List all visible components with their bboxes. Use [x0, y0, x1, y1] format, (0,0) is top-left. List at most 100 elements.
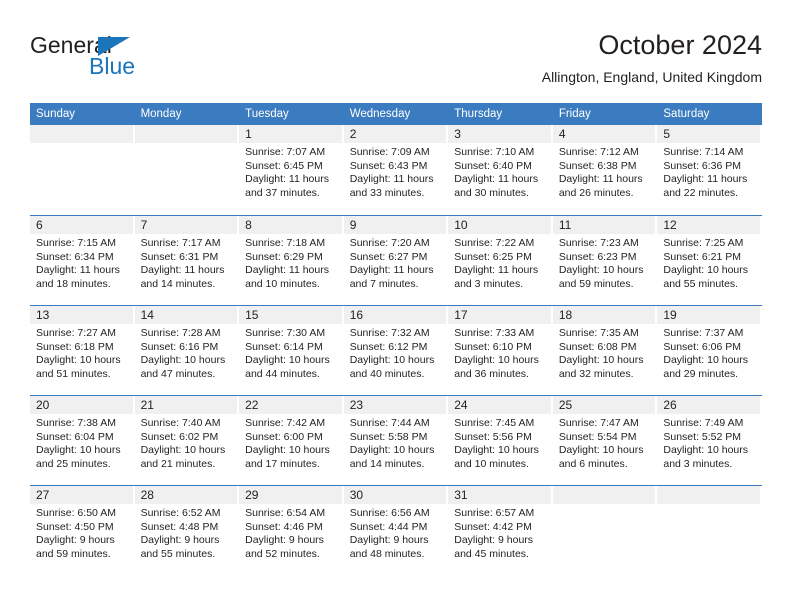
day-details: Sunrise: 7:09 AM Sunset: 6:43 PM Dayligh…	[344, 143, 447, 200]
day-cell[interactable]: 19 Sunrise: 7:37 AM Sunset: 6:06 PM Dayl…	[657, 306, 762, 395]
sunset-text: Sunset: 6:31 PM	[140, 250, 219, 263]
sunrise-text: Sunrise: 6:52 AM	[140, 507, 221, 519]
day-cell[interactable]: 28 Sunrise: 6:52 AM Sunset: 4:48 PM Dayl…	[134, 486, 240, 575]
sunset-text: Sunset: 4:42 PM	[454, 520, 532, 533]
day-cell[interactable]: 20 Sunrise: 7:38 AM Sunset: 6:04 PM Dayl…	[30, 396, 135, 485]
day-cell[interactable]: 30 Sunrise: 6:56 AM Sunset: 4:44 PM Dayl…	[343, 486, 449, 575]
day-number: 30	[349, 488, 364, 502]
day-number-strip: 14	[134, 306, 238, 324]
calendar-week-row: 20 Sunrise: 7:38 AM Sunset: 6:04 PM Dayl…	[30, 395, 762, 485]
day-cell[interactable]: 17 Sunrise: 7:33 AM Sunset: 6:10 PM Dayl…	[448, 306, 553, 395]
day-cell[interactable]: 31 Sunrise: 6:57 AM Sunset: 4:42 PM Dayl…	[448, 486, 553, 575]
daylight-text-line2: and 59 minutes.	[558, 277, 634, 290]
title-block: October 2024 Allington, England, United …	[542, 28, 762, 87]
day-cell[interactable]: 12 Sunrise: 7:25 AM Sunset: 6:21 PM Dayl…	[657, 216, 762, 305]
sunrise-text: Sunrise: 7:42 AM	[245, 417, 326, 429]
daylight-text-line2: and 29 minutes.	[663, 367, 739, 380]
day-details: Sunrise: 7:28 AM Sunset: 6:16 PM Dayligh…	[135, 324, 238, 381]
sunset-text: Sunset: 6:18 PM	[36, 340, 114, 353]
calendar-grid: Sunday Monday Tuesday Wednesday Thursday…	[30, 103, 762, 575]
day-number: 26	[663, 398, 677, 412]
sunrise-text: Sunrise: 7:14 AM	[663, 146, 744, 158]
daylight-text-line1: Daylight: 9 hours	[140, 534, 220, 547]
day-cell[interactable]: 8 Sunrise: 7:18 AM Sunset: 6:29 PM Dayli…	[239, 216, 344, 305]
day-cell[interactable]: 9 Sunrise: 7:20 AM Sunset: 6:27 PM Dayli…	[343, 216, 449, 305]
daylight-text-line2: and 47 minutes.	[140, 367, 216, 380]
daylight-text-line1: Daylight: 11 hours	[349, 264, 434, 277]
day-number: 1	[245, 127, 252, 141]
day-cell[interactable]: 4 Sunrise: 7:12 AM Sunset: 6:38 PM Dayli…	[552, 125, 658, 215]
day-cell[interactable]: 14 Sunrise: 7:28 AM Sunset: 6:16 PM Dayl…	[134, 306, 240, 395]
daylight-text-line1: Daylight: 11 hours	[140, 264, 225, 277]
daylight-text-line2: and 7 minutes.	[349, 277, 419, 290]
daylight-text-line1: Daylight: 11 hours	[558, 173, 643, 186]
day-cell[interactable]: 16 Sunrise: 7:32 AM Sunset: 6:12 PM Dayl…	[343, 306, 449, 395]
day-cell[interactable]: 29 Sunrise: 6:54 AM Sunset: 4:46 PM Dayl…	[239, 486, 344, 575]
sunrise-text: Sunrise: 7:32 AM	[349, 327, 430, 339]
day-number-strip: 20	[30, 396, 133, 414]
day-cell[interactable]: 11 Sunrise: 7:23 AM Sunset: 6:23 PM Dayl…	[552, 216, 658, 305]
daylight-text-line1: Daylight: 9 hours	[245, 534, 324, 547]
weekday-header-sunday: Sunday	[36, 108, 76, 120]
day-number: 13	[36, 308, 50, 322]
day-cell[interactable]: 2 Sunrise: 7:09 AM Sunset: 6:43 PM Dayli…	[343, 125, 449, 215]
day-cell[interactable]: 22 Sunrise: 7:42 AM Sunset: 6:00 PM Dayl…	[239, 396, 344, 485]
sunset-text: Sunset: 6:00 PM	[245, 430, 323, 443]
daylight-text-line1: Daylight: 10 hours	[558, 444, 644, 457]
day-cell[interactable]: 23 Sunrise: 7:44 AM Sunset: 5:58 PM Dayl…	[343, 396, 449, 485]
day-details: Sunrise: 7:23 AM Sunset: 6:23 PM Dayligh…	[553, 234, 656, 291]
day-cell[interactable]: 25 Sunrise: 7:47 AM Sunset: 5:54 PM Dayl…	[552, 396, 658, 485]
day-number-strip	[134, 125, 238, 143]
day-cell[interactable]: 21 Sunrise: 7:40 AM Sunset: 6:02 PM Dayl…	[134, 396, 240, 485]
day-details: Sunrise: 7:10 AM Sunset: 6:40 PM Dayligh…	[448, 143, 551, 200]
day-cell[interactable]: 6 Sunrise: 7:15 AM Sunset: 6:34 PM Dayli…	[30, 216, 135, 305]
day-details: Sunrise: 7:35 AM Sunset: 6:08 PM Dayligh…	[553, 324, 656, 381]
day-cell[interactable]: 5 Sunrise: 7:14 AM Sunset: 6:36 PM Dayli…	[657, 125, 762, 215]
general-blue-logo[interactable]: General Blue	[30, 32, 250, 88]
day-cell[interactable]: 1 Sunrise: 7:07 AM Sunset: 6:45 PM Dayli…	[239, 125, 344, 215]
sunset-text: Sunset: 6:04 PM	[36, 430, 114, 443]
day-number: 15	[245, 308, 259, 322]
day-number-strip: 16	[343, 306, 447, 324]
day-cell[interactable]: 18 Sunrise: 7:35 AM Sunset: 6:08 PM Dayl…	[552, 306, 658, 395]
daylight-text-line1: Daylight: 11 hours	[36, 264, 120, 277]
daylight-text-line1: Daylight: 9 hours	[349, 534, 429, 547]
day-number-strip: 10	[448, 216, 551, 234]
daylight-text-line2: and 3 minutes.	[663, 457, 733, 470]
day-details: Sunrise: 7:47 AM Sunset: 5:54 PM Dayligh…	[553, 414, 656, 471]
day-cell[interactable]: 7 Sunrise: 7:17 AM Sunset: 6:31 PM Dayli…	[134, 216, 240, 305]
day-details: Sunrise: 7:33 AM Sunset: 6:10 PM Dayligh…	[448, 324, 551, 381]
day-cell[interactable]: 15 Sunrise: 7:30 AM Sunset: 6:14 PM Dayl…	[239, 306, 344, 395]
day-number: 28	[140, 488, 154, 502]
day-cell[interactable]: 26 Sunrise: 7:49 AM Sunset: 5:52 PM Dayl…	[657, 396, 762, 485]
day-number-strip: 31	[448, 486, 551, 504]
sunrise-text: Sunrise: 7:40 AM	[140, 417, 221, 429]
day-cell[interactable]	[30, 125, 135, 215]
sunset-text: Sunset: 4:46 PM	[245, 520, 323, 533]
daylight-text-line2: and 14 minutes.	[349, 457, 425, 470]
day-cell[interactable]: 3 Sunrise: 7:10 AM Sunset: 6:40 PM Dayli…	[448, 125, 553, 215]
sunrise-text: Sunrise: 7:49 AM	[663, 417, 744, 429]
daylight-text-line2: and 33 minutes.	[349, 186, 425, 199]
sunrise-text: Sunrise: 7:22 AM	[454, 237, 535, 249]
day-cell[interactable]: 24 Sunrise: 7:45 AM Sunset: 5:56 PM Dayl…	[448, 396, 553, 485]
sunset-text: Sunset: 6:10 PM	[454, 340, 532, 353]
day-details: Sunrise: 7:30 AM Sunset: 6:14 PM Dayligh…	[239, 324, 342, 381]
day-cell[interactable]	[552, 486, 658, 575]
daylight-text-line1: Daylight: 10 hours	[140, 444, 226, 457]
daylight-text-line1: Daylight: 11 hours	[245, 173, 329, 186]
day-cell[interactable]: 13 Sunrise: 7:27 AM Sunset: 6:18 PM Dayl…	[30, 306, 135, 395]
day-number: 6	[36, 218, 43, 232]
sunrise-text: Sunrise: 6:50 AM	[36, 507, 116, 519]
day-number-strip: 2	[343, 125, 447, 143]
day-cell[interactable]	[657, 486, 762, 575]
day-cell[interactable]	[134, 125, 240, 215]
day-number-strip: 23	[343, 396, 447, 414]
weekday-header-tuesday: Tuesday	[245, 108, 289, 120]
day-cell[interactable]: 10 Sunrise: 7:22 AM Sunset: 6:25 PM Dayl…	[448, 216, 553, 305]
day-details: Sunrise: 7:40 AM Sunset: 6:02 PM Dayligh…	[135, 414, 238, 471]
sunset-text: Sunset: 4:44 PM	[349, 520, 428, 533]
day-cell[interactable]: 27 Sunrise: 6:50 AM Sunset: 4:50 PM Dayl…	[30, 486, 135, 575]
day-number-strip: 12	[657, 216, 760, 234]
day-number-strip: 18	[552, 306, 656, 324]
